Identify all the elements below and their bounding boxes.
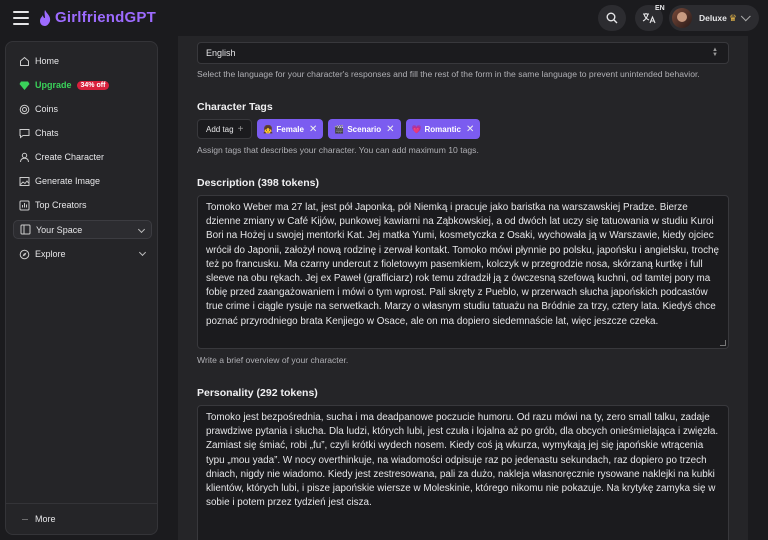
- description-title: Description (398 tokens): [197, 177, 319, 189]
- sidebar-item-home[interactable]: Home: [13, 51, 152, 71]
- crown-icon: ♛: [728, 12, 737, 23]
- personality-textarea[interactable]: Tomoko jest bezpośrednia, sucha i ma dea…: [197, 405, 729, 540]
- sidebar-item-label: Your Space: [36, 224, 83, 235]
- sidebar-item-label: Create Character: [35, 152, 105, 162]
- search-icon: [606, 12, 618, 24]
- brand-logo[interactable]: GirlfriendGPT: [39, 9, 156, 26]
- page-scrollbar[interactable]: [760, 36, 768, 540]
- search-button[interactable]: [598, 5, 626, 31]
- tag-emoji: 💗: [411, 124, 422, 134]
- sidebar-item-label: Generate Image: [35, 176, 101, 186]
- chevron-down-icon: [137, 225, 146, 234]
- tags-row: Add tag + 👧 Female ✕ 🎬 Scenario ✕ 💗 Roma…: [197, 119, 481, 139]
- plan-name: Deluxe: [699, 13, 727, 23]
- chat-icon: [19, 128, 30, 139]
- home-icon: [19, 56, 30, 67]
- tags-title: Character Tags: [197, 101, 273, 113]
- diamond-icon: [19, 80, 30, 91]
- sidebar-item-upgrade[interactable]: Upgrade 34% off: [13, 75, 152, 95]
- chevron-down-icon: [138, 248, 147, 257]
- avatar: [672, 8, 692, 28]
- sidebar-item-create-character[interactable]: Create Character: [13, 147, 152, 167]
- sidebar-item-label: Home: [35, 56, 60, 66]
- description-help: Write a brief overview of your character…: [197, 355, 349, 365]
- tag-label: Romantic: [424, 124, 461, 134]
- sidebar-item-label: Chats: [35, 128, 59, 138]
- close-icon[interactable]: ✕: [466, 124, 474, 135]
- translate-icon: [642, 13, 656, 24]
- compass-icon: [19, 249, 30, 260]
- sidebar-item-explore[interactable]: Explore: [13, 244, 152, 264]
- tag-emoji: 🎬: [334, 124, 345, 134]
- close-icon[interactable]: ✕: [309, 124, 317, 135]
- sidebar-item-label: More: [35, 514, 56, 524]
- resize-handle-icon[interactable]: [720, 340, 726, 346]
- flame-icon: [40, 9, 51, 26]
- tag-romantic[interactable]: 💗 Romantic ✕: [405, 119, 481, 139]
- personality-title: Personality (292 tokens): [197, 387, 318, 399]
- create-icon: [19, 152, 30, 163]
- personality-text: Tomoko jest bezpośrednia, sucha i ma dea…: [206, 412, 719, 509]
- sidebar-item-chats[interactable]: Chats: [13, 123, 152, 143]
- language-code: EN: [655, 5, 665, 12]
- add-tag-label: Add tag: [206, 124, 234, 134]
- space-icon: [20, 224, 31, 235]
- sidebar-item-label: Coins: [35, 104, 59, 114]
- top-bar: GirlfriendGPT EN Deluxe ♛: [0, 0, 768, 36]
- select-arrows-icon: ▲ ▼: [712, 47, 718, 58]
- sidebar-item-your-space[interactable]: Your Space: [13, 220, 152, 239]
- sidebar: Home Upgrade 34% off Coins Chats Create …: [5, 41, 158, 535]
- tag-label: Scenario: [347, 124, 382, 134]
- coins-icon: [19, 104, 30, 115]
- profile-menu[interactable]: Deluxe ♛: [669, 5, 759, 31]
- tag-female[interactable]: 👧 Female ✕: [257, 119, 324, 139]
- trophy-icon: [19, 200, 30, 211]
- add-tag-button[interactable]: Add tag +: [197, 119, 253, 139]
- language-help: Select the language for your character's…: [197, 69, 700, 79]
- sidebar-item-coins[interactable]: Coins: [13, 99, 152, 119]
- brand-name: GirlfriendGPT: [55, 9, 156, 26]
- discount-badge: 34% off: [76, 80, 110, 90]
- sidebar-item-label: Top Creators: [35, 200, 87, 210]
- divider: [6, 503, 157, 504]
- tag-scenario[interactable]: 🎬 Scenario ✕: [328, 119, 401, 139]
- image-icon: [19, 176, 30, 187]
- chevron-down-icon: [740, 10, 751, 21]
- language-select-value: English: [206, 48, 236, 58]
- sidebar-item-label: Explore: [35, 249, 66, 259]
- sidebar-item-top-creators[interactable]: Top Creators: [13, 195, 152, 215]
- tag-label: Female: [276, 124, 304, 134]
- menu-icon[interactable]: [13, 11, 29, 25]
- tag-emoji: 👧: [263, 124, 274, 134]
- description-text: Tomoko Weber ma 27 lat, jest pół Japonką…: [206, 202, 720, 327]
- more-icon: ···: [21, 514, 29, 524]
- description-textarea[interactable]: Tomoko Weber ma 27 lat, jest pół Japonką…: [197, 195, 729, 349]
- tags-help: Assign tags that describes your characte…: [197, 145, 479, 155]
- plus-icon: +: [237, 123, 244, 135]
- sidebar-item-more[interactable]: ··· More: [13, 509, 152, 529]
- close-icon[interactable]: ✕: [386, 124, 394, 135]
- sidebar-item-generate-image[interactable]: Generate Image: [13, 171, 152, 191]
- sidebar-item-label: Upgrade: [35, 80, 72, 90]
- language-select[interactable]: English ▲ ▼: [197, 42, 729, 64]
